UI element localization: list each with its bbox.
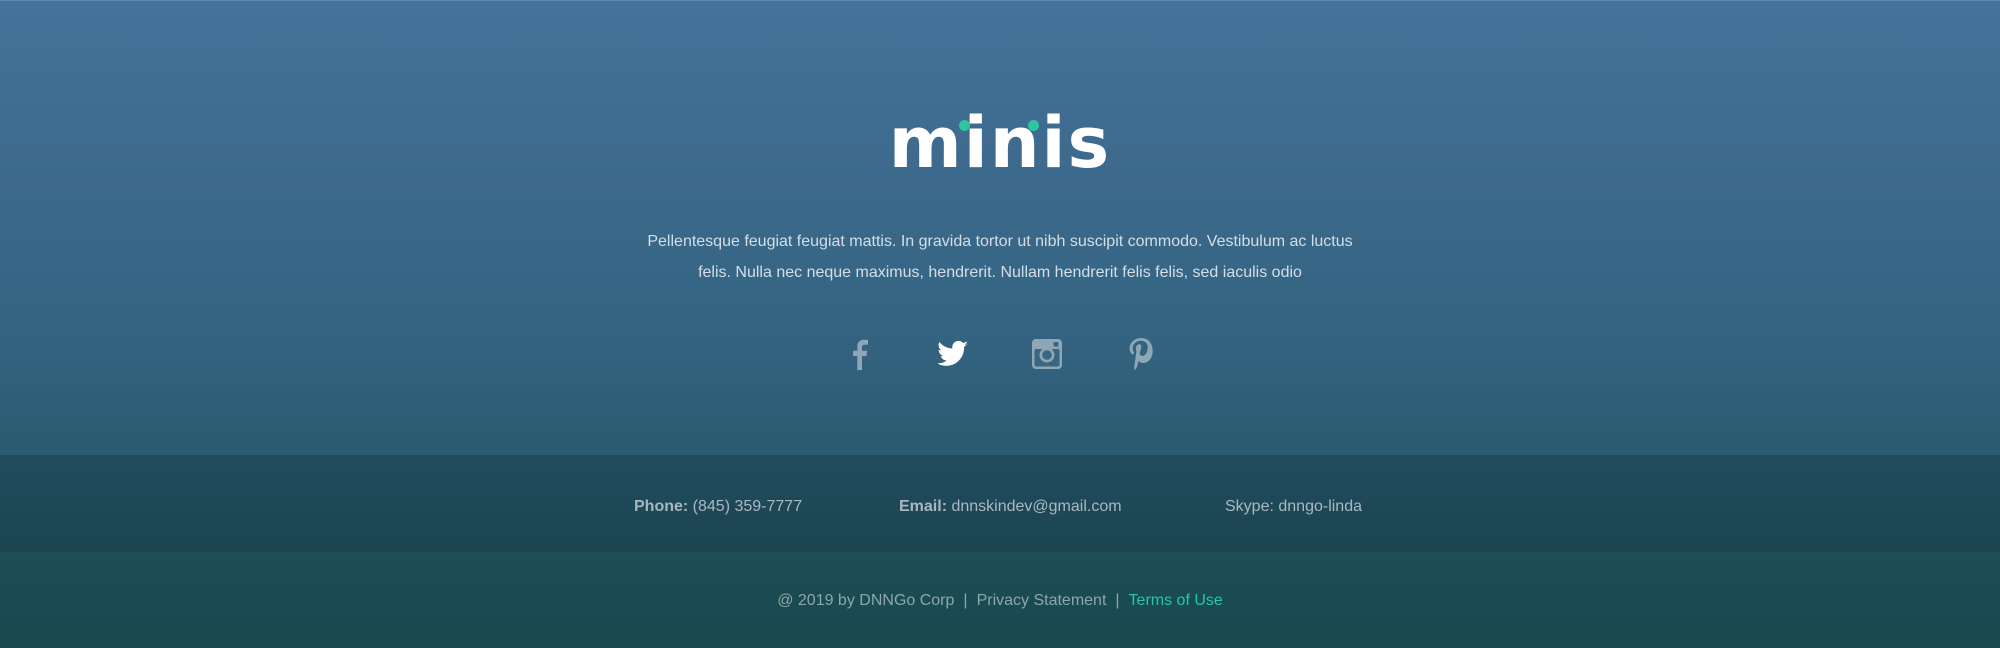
contact-phone: Phone: (845) 359-7777 (634, 498, 802, 516)
pinterest-link[interactable] (1125, 336, 1157, 372)
email-value[interactable]: dnnskindev@gmail.com (951, 498, 1121, 515)
privacy-link[interactable]: Privacy Statement (977, 592, 1107, 609)
instagram-icon (1032, 339, 1062, 369)
phone-value[interactable]: (845) 359-7777 (693, 498, 802, 515)
contact-skype: Skype: dnngo-linda (1225, 498, 1362, 516)
footer-links: @ 2019 by DNNGo Corp | Privacy Statement | T… (0, 592, 2000, 610)
pinterest-icon (1129, 338, 1153, 370)
separator: | (1115, 592, 1120, 609)
instagram-link[interactable] (1031, 336, 1063, 372)
phone-label: Phone: (634, 498, 689, 515)
skype-label: Skype: (1225, 498, 1274, 515)
logo-text: minis (888, 102, 1112, 184)
twitter-link[interactable] (937, 336, 969, 372)
facebook-link[interactable] (843, 336, 875, 372)
skype-value[interactable]: dnngo-linda (1278, 498, 1362, 515)
logo-dot (1027, 120, 1039, 131)
separator: | (963, 592, 968, 609)
twitter-icon (937, 340, 969, 366)
logo[interactable]: minis (0, 108, 2000, 178)
contact-bar: Phone: (845) 359-7777 Email: dnnskindev@… (0, 455, 2000, 552)
contact-email: Email: dnnskindev@gmail.com (899, 498, 1122, 516)
social-links (0, 336, 2000, 372)
facebook-icon (853, 339, 868, 370)
copyright-text: @ 2019 by DNNGo Corp (777, 592, 955, 609)
email-label: Email: (899, 498, 948, 515)
footer-hero: minis Pellentesque feugiat feugiat matti… (0, 0, 2000, 455)
terms-link[interactable]: Terms of Use (1129, 592, 1223, 609)
logo-dot (958, 120, 970, 131)
logo-wrap: minis (889, 108, 1111, 178)
about-description: Pellentesque feugiat feugiat mattis. In … (647, 233, 1353, 281)
copyright-bar: @ 2019 by DNNGo Corp | Privacy Statement | T… (0, 552, 2000, 648)
